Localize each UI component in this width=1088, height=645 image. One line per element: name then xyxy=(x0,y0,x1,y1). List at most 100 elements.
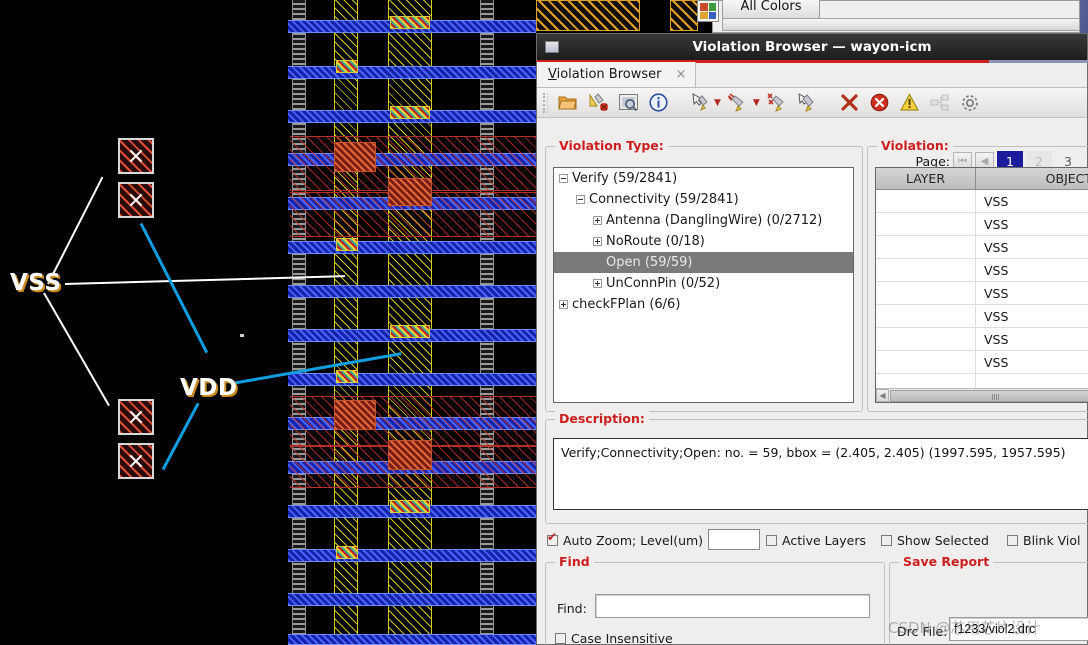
info-icon[interactable] xyxy=(646,91,670,115)
select-marker-icon[interactable] xyxy=(688,91,712,115)
column-header-layer[interactable]: LAYER xyxy=(876,168,976,189)
table-row[interactable]: VSS xyxy=(876,351,1088,374)
cell-layer xyxy=(876,236,976,258)
cell-object1: VSS xyxy=(984,216,1009,232)
tab-label: Violation Browser xyxy=(548,67,662,82)
drc-file-input[interactable] xyxy=(949,617,1088,641)
zoom-to-violation-icon[interactable] xyxy=(616,91,640,115)
highlight-marker-icon[interactable] xyxy=(796,91,820,115)
layout-via xyxy=(390,500,430,513)
warning-icon[interactable] xyxy=(898,91,922,115)
cell-layer xyxy=(876,213,976,235)
table-row[interactable]: VSS xyxy=(876,213,1088,236)
violation-table[interactable]: LAYER OBJECT1 VSS VSS VSS VSS VSS xyxy=(875,167,1088,403)
scroll-left-arrow-icon[interactable]: ◀ xyxy=(876,389,889,402)
tree-node-connectivity[interactable]: Connectivity (59/2841) xyxy=(554,189,853,210)
color-list-bar-front[interactable] xyxy=(722,18,1080,31)
chevron-down-icon[interactable]: ▼ xyxy=(714,98,721,108)
layout-via xyxy=(336,546,358,559)
violation-type-title: Violation Type: xyxy=(555,138,668,153)
violation-marker[interactable] xyxy=(118,443,154,479)
expander-minus-icon[interactable] xyxy=(559,174,568,183)
drc-file-label: Drc File: xyxy=(897,624,948,639)
toolbar-drag-handle[interactable] xyxy=(543,92,548,113)
expander-plus-icon[interactable] xyxy=(559,300,568,309)
violation-marker[interactable] xyxy=(118,138,154,174)
chevron-down-icon[interactable]: ▼ xyxy=(753,98,760,108)
cell-object1: VSS xyxy=(984,239,1009,255)
expander-plus-icon[interactable] xyxy=(593,216,602,225)
tree-node-noroute[interactable]: NoRoute (0/18) xyxy=(554,231,853,252)
window-menu-icon[interactable] xyxy=(545,41,559,53)
expander-plus-icon[interactable] xyxy=(593,237,602,246)
active-layers-option[interactable]: Active Layers xyxy=(766,533,866,548)
window-title: Violation Browser — wayon-icm xyxy=(692,39,932,55)
layout-via xyxy=(390,106,430,119)
table-row[interactable]: VSS xyxy=(876,305,1088,328)
vss-flight-line xyxy=(47,176,104,285)
show-selected-option[interactable]: Show Selected xyxy=(881,533,989,548)
table-row[interactable]: VSS xyxy=(876,259,1088,282)
column-header-object1[interactable]: OBJECT1 xyxy=(976,168,1088,189)
case-insensitive-option[interactable]: Case Insensitive xyxy=(555,631,673,645)
cell-object1: VSS xyxy=(984,331,1009,347)
tree-node-open[interactable]: Open (59/59) xyxy=(554,252,853,273)
expander-plus-icon[interactable] xyxy=(593,279,602,288)
net-label-vss: VSS xyxy=(10,270,62,296)
tree-node-unconnpin[interactable]: UnConnPin (0/52) xyxy=(554,273,853,294)
auto-zoom-option[interactable]: Auto Zoom; Level(um) xyxy=(547,531,703,548)
cell-layer xyxy=(876,328,976,350)
expander-minus-icon[interactable] xyxy=(576,195,585,204)
tree-node-label: UnConnPin (0/52) xyxy=(606,276,721,291)
delete-marker-icon[interactable] xyxy=(727,91,751,115)
clear-icon[interactable] xyxy=(838,91,862,115)
layout-power-rail xyxy=(288,593,536,606)
find-input[interactable] xyxy=(595,594,870,618)
settings-gear-icon[interactable] xyxy=(958,91,982,115)
window-title-bar[interactable]: Violation Browser — wayon-icm xyxy=(537,34,1087,60)
show-selected-label: Show Selected xyxy=(897,533,989,548)
violation-type-tree[interactable]: Verify (59/2841) Connectivity (59/2841) … xyxy=(553,167,854,403)
show-selected-checkbox[interactable] xyxy=(881,535,892,546)
table-row[interactable]: VSS xyxy=(876,190,1088,213)
cell-layer xyxy=(876,282,976,304)
table-horizontal-scrollbar[interactable]: ◀ xyxy=(876,388,1088,402)
violation-table-title: Violation: xyxy=(877,138,953,153)
scrollbar-thumb[interactable] xyxy=(890,389,1088,402)
table-header-row: LAYER OBJECT1 xyxy=(876,168,1088,190)
auto-zoom-checkbox[interactable] xyxy=(547,531,558,546)
active-layers-checkbox[interactable] xyxy=(766,535,777,546)
layout-open-violation-via xyxy=(334,142,376,172)
tab-close-icon[interactable]: × xyxy=(675,67,686,82)
vdd-flight-line xyxy=(161,402,200,471)
delete-all-markers-icon[interactable] xyxy=(766,91,790,115)
blink-viol-option[interactable]: Blink Viol xyxy=(1007,533,1081,548)
tree-node-checkfplan[interactable]: checkFPlan (6/6) xyxy=(554,294,853,315)
violation-marker[interactable] xyxy=(118,399,154,435)
layout-via xyxy=(390,16,430,29)
tab-bar: Violation Browser × xyxy=(537,62,1087,88)
active-layers-label: Active Layers xyxy=(782,533,867,548)
error-icon[interactable] xyxy=(868,91,892,115)
table-row[interactable]: VSS xyxy=(876,236,1088,259)
tree-node-label: Open (59/59) xyxy=(606,255,693,270)
tree-node-antenna[interactable]: Antenna (DanglingWire) (0/2712) xyxy=(554,210,853,231)
blink-viol-label: Blink Viol xyxy=(1023,533,1081,548)
tab-violation-browser[interactable]: Violation Browser × xyxy=(537,62,697,87)
description-text-area[interactable]: Verify;Connectivity;Open: no. = 59, bbox… xyxy=(553,438,1088,510)
layout-via xyxy=(336,60,358,73)
open-file-icon[interactable] xyxy=(556,91,580,115)
blink-viol-checkbox[interactable] xyxy=(1007,535,1018,546)
tree-leaf-connector xyxy=(593,258,602,267)
layout-via xyxy=(336,238,358,251)
table-row[interactable]: VSS xyxy=(876,282,1088,305)
zoom-level-input[interactable] xyxy=(708,529,760,550)
case-insensitive-checkbox[interactable] xyxy=(555,633,566,644)
tree-node-verify[interactable]: Verify (59/2841) xyxy=(554,168,853,189)
color-palette-icon-front[interactable] xyxy=(697,0,719,22)
load-violation-icon[interactable] xyxy=(586,91,610,115)
layout-top-region xyxy=(670,0,698,31)
violation-marker[interactable] xyxy=(118,182,154,218)
all-colors-button-front[interactable]: All Colors xyxy=(722,0,820,20)
table-row[interactable]: VSS xyxy=(876,328,1088,351)
